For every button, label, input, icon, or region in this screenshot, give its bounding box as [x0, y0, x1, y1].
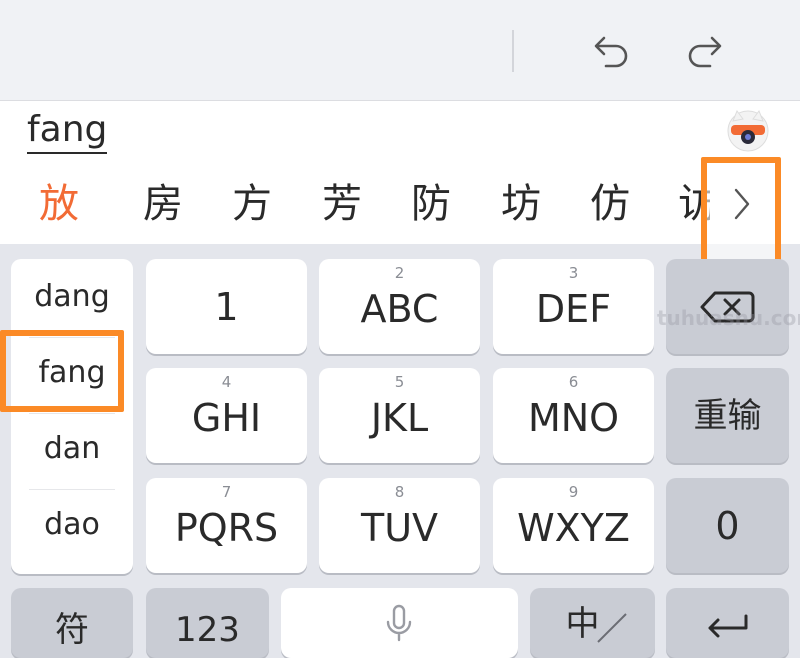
key-label: 0: [715, 504, 740, 548]
editor-toolbar: [0, 0, 800, 101]
enter-key[interactable]: [666, 588, 789, 658]
pinyin-option[interactable]: dan: [11, 411, 133, 487]
key-3-def[interactable]: 3 DEF: [493, 259, 654, 354]
pinyin-option[interactable]: dang: [11, 259, 133, 335]
pinyin-option[interactable]: dao: [11, 487, 133, 563]
key-label: 123: [175, 610, 240, 650]
key-6-mno[interactable]: 6 MNO: [493, 368, 654, 463]
watermark: tuhuashu.com: [657, 306, 800, 330]
key-digit: 5: [394, 373, 405, 391]
pinyin-options-list: dang fang dan dao: [11, 259, 133, 574]
reset-key[interactable]: 重输: [666, 368, 789, 463]
key-9-wxyz[interactable]: 9 WXYZ: [493, 478, 654, 573]
key-8-tuv[interactable]: 8 TUV: [319, 478, 480, 573]
candidate-item[interactable]: 放: [29, 173, 89, 235]
key-digit: 3: [568, 264, 579, 282]
candidate-item[interactable]: 房: [133, 173, 193, 235]
key-label: GHI: [191, 396, 262, 440]
key-label: DEF: [535, 287, 612, 331]
key-label: 符: [55, 610, 89, 650]
key-label: WXYZ: [517, 506, 630, 550]
redo-icon[interactable]: [682, 26, 726, 70]
key-5-jkl[interactable]: 5 JKL: [319, 368, 480, 463]
pinyin-highlight-box: [0, 330, 124, 412]
key-label: JKL: [370, 396, 429, 440]
key-label: 1: [214, 285, 239, 329]
toolbar-divider: [512, 30, 514, 72]
key-7-pqrs[interactable]: 7 PQRS: [146, 478, 307, 573]
key-label: ABC: [360, 287, 439, 331]
key-label: 中: [565, 604, 600, 644]
enter-icon: [708, 614, 748, 638]
microphone-icon: [386, 604, 412, 642]
language-switch-key[interactable]: 中: [530, 588, 655, 658]
slash-icon: [597, 613, 627, 643]
key-2-abc[interactable]: 2 ABC: [319, 259, 480, 354]
undo-icon[interactable]: [590, 26, 634, 70]
more-candidates-button[interactable]: [701, 157, 781, 265]
key-label: MNO: [527, 396, 620, 440]
mascot-icon[interactable]: [725, 107, 771, 153]
symbol-key[interactable]: 符: [11, 588, 133, 658]
key-4-ghi[interactable]: 4 GHI: [146, 368, 307, 463]
candidate-item[interactable]: 防: [401, 173, 461, 235]
numeric-key[interactable]: 123: [146, 588, 269, 658]
candidate-item[interactable]: 方: [222, 173, 282, 235]
candidate-item[interactable]: 坊: [491, 173, 551, 235]
key-label: 重输: [693, 396, 762, 436]
candidate-item[interactable]: 仿: [580, 173, 640, 235]
candidate-item[interactable]: 芳: [312, 173, 372, 235]
key-digit: 6: [568, 373, 579, 391]
key-label: TUV: [360, 506, 439, 550]
candidate-panel: fang 放 房 方 芳 防 坊 仿 访: [0, 101, 800, 265]
key-1[interactable]: 1: [146, 259, 307, 354]
chevron-right-icon: [734, 188, 750, 220]
composing-pinyin: fang: [27, 109, 108, 154]
key-digit: 4: [221, 373, 232, 391]
key-label: PQRS: [174, 506, 279, 550]
key-0[interactable]: 0: [666, 478, 789, 573]
key-digit: 9: [568, 483, 579, 501]
key-digit: 8: [394, 483, 405, 501]
candidate-row: 放 房 方 芳 防 坊 仿 访: [0, 173, 710, 235]
key-digit: 7: [221, 483, 232, 501]
space-voice-key[interactable]: [281, 588, 518, 658]
key-digit: 2: [394, 264, 405, 282]
